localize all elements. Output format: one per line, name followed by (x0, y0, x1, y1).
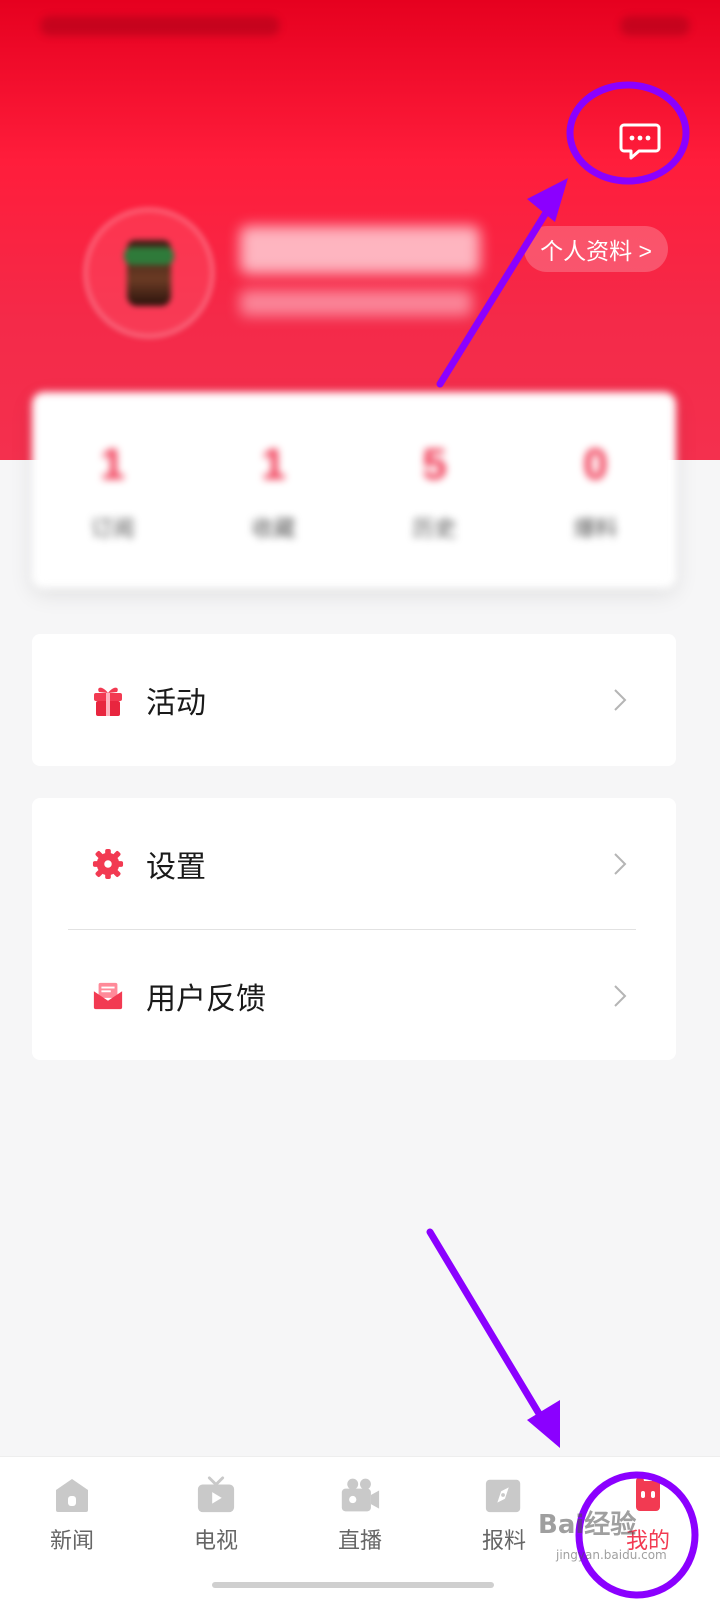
home-indicator[interactable] (212, 1582, 494, 1588)
gear-icon (92, 848, 124, 880)
nav-label: 直播 (337, 1528, 382, 1553)
menu-card-settings: 设置 用户反馈 (32, 798, 676, 1060)
stats-card: 1 订阅 1 收藏 5 历史 0 爆料 (32, 392, 676, 588)
menu-label: 用户反馈 (146, 983, 266, 1016)
stat-label: 订阅 (90, 516, 135, 541)
status-bar-right (620, 16, 690, 36)
chevron-right-icon (614, 985, 627, 1007)
message-icon (619, 123, 661, 160)
annotation-arrowhead-mine (527, 1400, 560, 1448)
stat-reports[interactable]: 0 爆料 (515, 392, 676, 588)
stat-label: 爆料 (573, 516, 618, 541)
stat-value: 5 (422, 440, 447, 489)
nav-item-news[interactable]: 新闻 (0, 1457, 144, 1600)
news-icon (52, 1475, 92, 1515)
screen: 个人资料 > 1 订阅 1 收藏 5 历史 0 爆料 活动 设置 用户反馈 新闻… (0, 0, 720, 1600)
gift-icon (92, 684, 124, 716)
menu-item-feedback[interactable]: 用户反馈 (32, 930, 676, 1062)
nav-label: 电视 (193, 1528, 238, 1553)
stat-label: 历史 (412, 516, 457, 541)
stat-history[interactable]: 5 历史 (354, 392, 515, 588)
chevron-right-icon (614, 853, 627, 875)
menu-label: 活动 (146, 687, 206, 720)
stat-favorites[interactable]: 1 收藏 (193, 392, 354, 588)
watermark-sub: jingyan.baidu.com (556, 1548, 667, 1562)
annotation-arrow-mine (426, 1228, 554, 1436)
message-button[interactable] (610, 112, 670, 172)
tv-icon (196, 1475, 236, 1515)
compass-icon (484, 1475, 524, 1515)
stat-label: 收藏 (251, 516, 296, 541)
stat-subscribe[interactable]: 1 订阅 (32, 392, 193, 588)
chevron-right-icon (614, 689, 627, 711)
menu-item-activities[interactable]: 活动 (32, 634, 676, 766)
menu-card-activities: 活动 (32, 634, 676, 766)
user-subinfo (240, 290, 472, 316)
status-bar-left (40, 16, 280, 36)
avatar[interactable] (84, 208, 214, 338)
stat-value: 0 (583, 440, 608, 489)
menu-item-settings[interactable]: 设置 (32, 798, 676, 930)
menu-label: 设置 (146, 851, 206, 884)
stat-value: 1 (261, 440, 286, 489)
camera-icon (340, 1475, 380, 1515)
status-bar (0, 0, 720, 56)
nav-label: 新闻 (49, 1528, 94, 1553)
nav-item-live[interactable]: 直播 (288, 1457, 432, 1600)
watermark: Bai经验 (538, 1510, 637, 1540)
username (240, 226, 480, 274)
profile-button[interactable]: 个人资料 > (524, 226, 668, 272)
nav-item-tv[interactable]: 电视 (144, 1457, 288, 1600)
avatar-cup-lid (124, 247, 174, 265)
nav-label: 报料 (481, 1528, 526, 1553)
envelope-icon (92, 980, 124, 1012)
stat-value: 1 (100, 440, 125, 489)
